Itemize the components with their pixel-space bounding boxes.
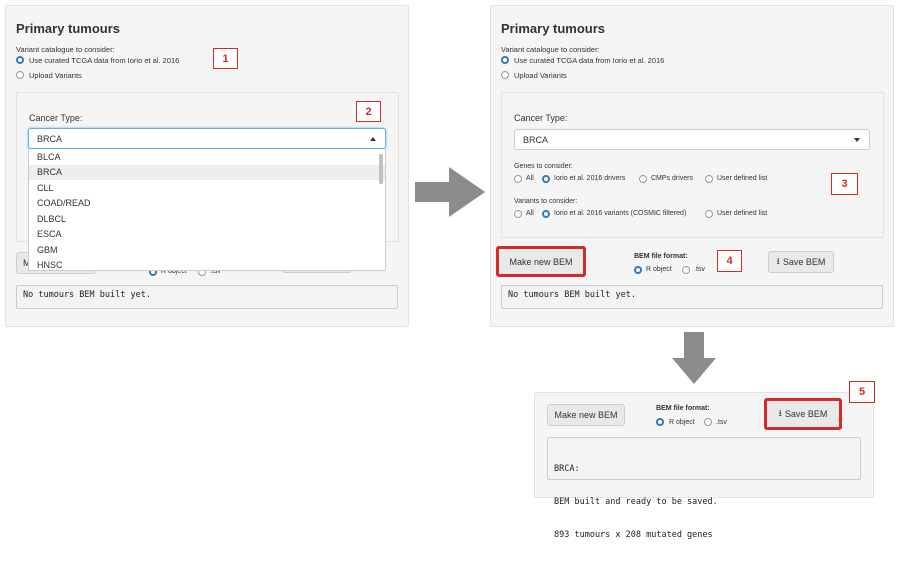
make-button-label: Make new BEM bbox=[509, 256, 573, 267]
cancer-type-select[interactable]: BRCA bbox=[28, 128, 386, 149]
variants-all-label: All bbox=[526, 210, 534, 217]
panel-step3: Make new BEM BEM file format: R object .… bbox=[534, 392, 874, 540]
output-line: BEM built and ready to be saved. bbox=[554, 497, 718, 507]
radio-curated[interactable] bbox=[16, 56, 24, 64]
variants-label: Variants to consider: bbox=[514, 198, 578, 205]
dropdown-option[interactable]: BLCA bbox=[29, 149, 385, 165]
variants-radio-user[interactable] bbox=[705, 210, 713, 218]
format-r-object-label: R object bbox=[669, 419, 695, 426]
format-radio-tsv[interactable] bbox=[682, 266, 690, 274]
cancer-type-label: Cancer Type: bbox=[514, 113, 568, 123]
page-title: Primary tumours bbox=[16, 21, 121, 36]
variants-radio-all[interactable] bbox=[514, 210, 522, 218]
variant-catalogue-label: Variant catalogue to consider: bbox=[16, 45, 115, 54]
dropdown-option[interactable]: ESCA bbox=[29, 227, 385, 243]
variants-iorio-label: Iorio et al. 2016 variants (COSMIC filte… bbox=[554, 210, 687, 217]
caret-up-icon bbox=[370, 136, 376, 141]
callout-3: 3 bbox=[831, 173, 858, 195]
genes-label: Genes to consider: bbox=[514, 163, 573, 170]
arrow-right-icon bbox=[415, 167, 485, 217]
make-new-bem-button[interactable]: Make new BEM bbox=[496, 246, 586, 277]
output-box: BRCA: BEM built and ready to be saved. 8… bbox=[547, 437, 861, 540]
dropdown-option[interactable]: GBM bbox=[29, 242, 385, 258]
genes-radio-cmps[interactable] bbox=[639, 175, 647, 183]
panel-step2: Primary tumours Variant catalogue to con… bbox=[490, 5, 894, 327]
format-tsv-label: .tsv bbox=[694, 266, 705, 273]
bem-format-label: BEM file format: bbox=[656, 405, 710, 412]
dropdown-scrollbar[interactable] bbox=[379, 154, 383, 184]
cancer-options-box: Cancer Type: BRCA Genes to consider: All… bbox=[501, 92, 884, 238]
cancer-type-select[interactable]: BRCA bbox=[514, 129, 870, 150]
callout-2: 2 bbox=[356, 101, 381, 122]
output-line: BRCA: bbox=[554, 464, 580, 474]
download-icon: ⭳ bbox=[778, 408, 782, 418]
format-radio-r-object[interactable] bbox=[634, 266, 642, 274]
save-button-label: Save BEM bbox=[784, 409, 828, 419]
radio-curated-label: Use curated TCGA data from Iorio et al. … bbox=[514, 56, 665, 65]
format-tsv-label: .tsv bbox=[716, 419, 727, 426]
radio-upload[interactable] bbox=[501, 71, 509, 79]
dropdown-option[interactable]: HNSC bbox=[29, 258, 385, 270]
radio-curated[interactable] bbox=[501, 56, 509, 64]
variant-catalogue-label: Variant catalogue to consider: bbox=[501, 45, 600, 54]
genes-radio-user[interactable] bbox=[705, 175, 713, 183]
callout-4: 4 bbox=[717, 250, 742, 272]
make-new-bem-button[interactable]: Make new BEM bbox=[547, 404, 625, 426]
cancer-type-value: BRCA bbox=[523, 134, 549, 145]
cancer-type-dropdown: BLCA BRCA CLL COAD/READ DLBCL ESCA GBM HNSC bbox=[28, 149, 386, 271]
format-radio-tsv[interactable] bbox=[704, 418, 712, 426]
arrow-down-icon bbox=[672, 332, 716, 384]
dropdown-option[interactable]: CLL bbox=[29, 180, 385, 196]
genes-radio-all[interactable] bbox=[514, 175, 522, 183]
save-button-label: Save BEM bbox=[782, 257, 826, 267]
format-r-object-label: R object bbox=[646, 266, 672, 273]
callout-1: 1 bbox=[213, 48, 238, 69]
dropdown-option[interactable]: BRCA bbox=[29, 164, 385, 180]
radio-upload-label: Upload Variants bbox=[29, 71, 82, 80]
panel-step1: Primary tumours Variant catalogue to con… bbox=[5, 5, 409, 327]
variants-user-label: User defined list bbox=[717, 210, 768, 217]
genes-cmps-label: CMPs drivers bbox=[651, 175, 694, 182]
output-box: No tumours BEM built yet. bbox=[501, 285, 883, 309]
genes-user-label: User defined list bbox=[717, 175, 768, 182]
radio-curated-label: Use curated TCGA data from Iorio et al. … bbox=[29, 56, 180, 65]
cancer-type-label: Cancer Type: bbox=[29, 113, 83, 123]
radio-upload[interactable] bbox=[16, 71, 24, 79]
save-bem-button[interactable]: ⭳ Save BEM bbox=[768, 251, 834, 273]
caret-down-icon bbox=[854, 137, 860, 142]
download-icon: ⭳ bbox=[776, 256, 780, 266]
dropdown-option[interactable]: COAD/READ bbox=[29, 196, 385, 212]
dropdown-option[interactable]: DLBCL bbox=[29, 211, 385, 227]
make-button-label: Make new BEM bbox=[554, 410, 618, 420]
output-box: No tumours BEM built yet. bbox=[16, 285, 398, 309]
output-line: 893 tumours x 208 mutated genes bbox=[554, 530, 713, 540]
save-bem-button[interactable]: ⭳ Save BEM bbox=[764, 398, 842, 430]
cancer-type-value: BRCA bbox=[37, 133, 63, 144]
radio-upload-label: Upload Variants bbox=[514, 71, 567, 80]
page-title: Primary tumours bbox=[501, 21, 606, 36]
callout-5: 5 bbox=[849, 381, 875, 403]
genes-iorio-label: Iorio et al. 2016 drivers bbox=[554, 175, 626, 182]
bem-format-label: BEM file format: bbox=[634, 253, 688, 260]
genes-all-label: All bbox=[526, 175, 534, 182]
genes-radio-iorio[interactable] bbox=[542, 175, 550, 183]
format-radio-r-object[interactable] bbox=[656, 418, 664, 426]
variants-radio-iorio[interactable] bbox=[542, 210, 550, 218]
